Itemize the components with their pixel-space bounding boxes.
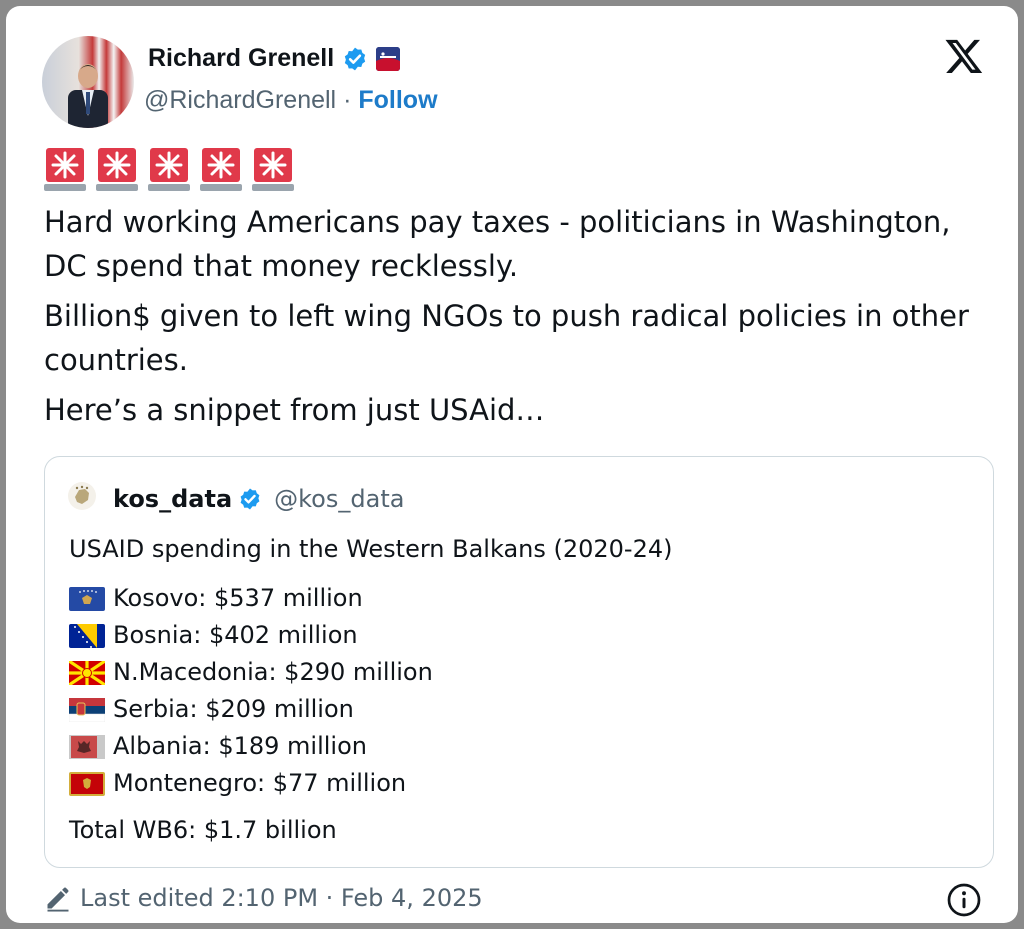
tweet-card: Richard Grenell @RichardGrenell · Follow xyxy=(6,6,1018,923)
tweet-paragraph: Hard working Americans pay taxes - polit… xyxy=(44,205,951,283)
quoted-author-name[interactable]: kos_data xyxy=(113,485,232,513)
quoted-author-row: kos_data @kos_data xyxy=(113,485,404,513)
list-item: Kosovo: $537 million xyxy=(69,580,673,617)
person-silhouette xyxy=(68,64,108,128)
kos-data-avatar-icon[interactable] xyxy=(67,481,97,511)
list-item-text: Montenegro: $77 million xyxy=(113,769,407,797)
list-item: Montenegro: $77 million xyxy=(69,765,673,802)
quoted-tweet[interactable]: kos_data @kos_data USAID spending in the… xyxy=(44,456,994,868)
verified-badge-icon xyxy=(240,488,260,510)
siren-icon xyxy=(148,148,190,191)
quoted-author-handle[interactable]: @kos_data xyxy=(274,485,404,513)
serbia-flag-icon xyxy=(69,697,105,722)
siren-icon xyxy=(200,148,242,191)
tweet-paragraph: Here’s a snippet from just USAid… xyxy=(44,393,545,427)
siren-icon xyxy=(252,148,294,191)
author-handle-row: @RichardGrenell · Follow xyxy=(144,86,438,115)
kosovo-flag-icon xyxy=(69,586,105,611)
info-icon[interactable] xyxy=(946,882,982,918)
author-name[interactable]: Richard Grenell xyxy=(148,44,334,73)
quoted-tweet-body: USAID spending in the Western Balkans (2… xyxy=(69,531,673,849)
siren-emoji-row xyxy=(44,146,294,192)
list-item-text: Serbia: $209 million xyxy=(113,695,354,723)
siren-icon xyxy=(96,148,138,191)
edited-footer[interactable]: Last edited 2:10 PM · Feb 4, 2025 xyxy=(44,884,483,912)
handle-separator: · xyxy=(343,86,352,114)
follow-button[interactable]: Follow xyxy=(358,86,437,114)
list-item-text: Albania: $189 million xyxy=(113,732,367,760)
north-macedonia-flag-icon xyxy=(69,660,105,685)
list-item: N.Macedonia: $290 million xyxy=(69,654,673,691)
author-name-row: Richard Grenell xyxy=(148,44,401,73)
list-item-text: Bosnia: $402 million xyxy=(113,621,358,649)
tweet-body: Hard working Americans pay taxes - polit… xyxy=(44,200,994,438)
bosnia-flag-icon xyxy=(69,623,105,648)
list-item: Serbia: $209 million xyxy=(69,691,673,728)
list-item: Albania: $189 million xyxy=(69,728,673,765)
x-logo-icon[interactable] xyxy=(944,36,984,76)
albania-flag-icon xyxy=(69,734,105,759)
montenegro-flag-icon xyxy=(69,771,105,796)
list-item: Bosnia: $402 million xyxy=(69,617,673,654)
pencil-edit-icon xyxy=(47,887,69,912)
affiliation-badge-icon[interactable] xyxy=(376,46,401,71)
list-item-text: Kosovo: $537 million xyxy=(113,584,363,612)
list-item-text: N.Macedonia: $290 million xyxy=(113,658,433,686)
author-handle[interactable]: @RichardGrenell xyxy=(144,86,336,114)
quoted-tweet-title: USAID spending in the Western Balkans (2… xyxy=(69,535,673,563)
verified-badge-icon xyxy=(344,47,366,70)
siren-icon xyxy=(44,148,86,191)
tweet-paragraph: Billion$ given to left wing NGOs to push… xyxy=(44,299,969,377)
author-avatar[interactable] xyxy=(42,36,134,128)
quoted-tweet-total: Total WB6: $1.7 billion xyxy=(69,816,337,844)
edited-timestamp[interactable]: Last edited 2:10 PM · Feb 4, 2025 xyxy=(80,884,483,912)
